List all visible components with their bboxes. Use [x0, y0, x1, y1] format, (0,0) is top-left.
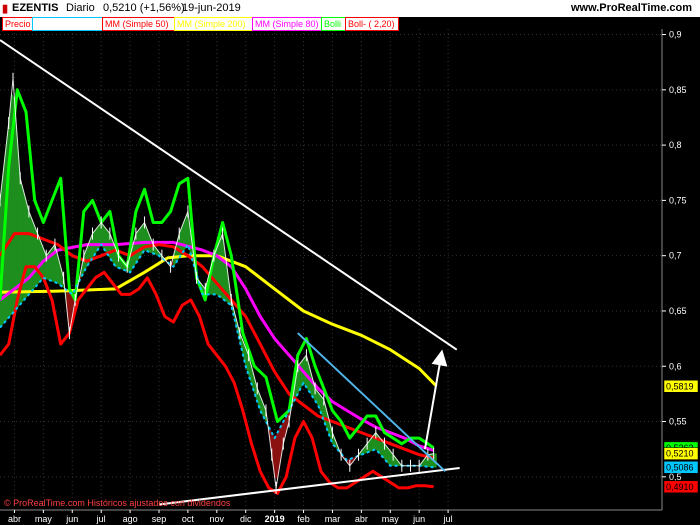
y-tick-label: 0,6 — [669, 361, 682, 371]
x-tick-label: feb — [297, 514, 310, 524]
legend-item-bolli[interactable]: Bolli — [321, 17, 347, 31]
price-change-label: 0,5210 (+1,56%) — [103, 2, 185, 14]
x-tick-label: jun — [65, 514, 78, 524]
y-tick-label: 0,8 — [669, 140, 682, 150]
x-tick-label: jul — [443, 514, 453, 524]
y-tick-label: 0,85 — [669, 85, 687, 95]
fill-segment — [274, 432, 278, 480]
chart-window: 0,9 0,85 0,8 0,75 0,7 0,65 0,6 0,55 0,5 0,5819 0,5… — [0, 0, 700, 525]
symbol-label: EZENTIS — [12, 2, 59, 14]
legend-item-boll-minus[interactable]: Boll- ( 2,20) — [345, 17, 399, 31]
x-tick-label: jul — [96, 514, 106, 524]
price-tag-4: 0,4910 — [666, 482, 694, 492]
legend-item-cyan[interactable] — [32, 17, 104, 31]
x-tick-label: may — [35, 514, 53, 524]
logo-icon: ▮ — [2, 3, 9, 15]
period-label: Diario — [66, 2, 95, 14]
price-chart[interactable]: 0,90,850,80,750,70,650,60,550,50,58190,5… — [0, 0, 700, 525]
legend-item-precio[interactable]: Precio — [2, 17, 34, 31]
indicator-legend: Precio MM (Simple 50) MM (Simple 200) MM… — [0, 17, 662, 31]
x-tick-label: dic — [240, 514, 252, 524]
x-tick-label: abr — [8, 514, 21, 524]
legend-item-sma200[interactable]: MM (Simple 200) — [174, 17, 254, 31]
x-tick-label: oct — [182, 514, 195, 524]
x-tick-label: ago — [123, 514, 138, 524]
y-tick-label: 0,55 — [669, 417, 687, 427]
copyright-footer: © ProRealTime.com Históricos ajustados c… — [4, 498, 231, 508]
y-tick-label: 0,9 — [669, 30, 682, 40]
fill-segment — [37, 233, 41, 286]
legend-item-sma80[interactable]: MM (Simple 80) — [252, 17, 324, 31]
x-tick-label: sep — [152, 514, 167, 524]
fill-segment — [31, 218, 35, 292]
price-tag-3: 0,5086 — [666, 462, 694, 472]
x-tick-label: nov — [210, 514, 225, 524]
price-tag-2: 0,5210 — [666, 449, 694, 459]
x-tick-label: may — [382, 514, 400, 524]
x-tick-label: mar — [325, 514, 341, 524]
y-tick-label: 0,65 — [669, 306, 687, 316]
x-tick-label: jun — [412, 514, 425, 524]
website-label: www.ProRealTime.com — [570, 2, 692, 14]
x-tick-label: 2019 — [265, 514, 285, 524]
fill-segment — [28, 211, 33, 296]
y-tick-label: 0,75 — [669, 195, 687, 205]
x-tick-label: abr — [355, 514, 368, 524]
fill-segment — [22, 189, 27, 302]
y-tick-label: 0,7 — [669, 251, 682, 261]
title-bar: ▮ EZENTIS Diario 0,5210 (+1,56%) 19-jun-… — [0, 0, 700, 17]
price-tag-0: 0,5819 — [666, 381, 694, 391]
legend-item-sma50[interactable]: MM (Simple 50) — [102, 17, 176, 31]
date-label: 19-jun-2019 — [182, 2, 241, 14]
